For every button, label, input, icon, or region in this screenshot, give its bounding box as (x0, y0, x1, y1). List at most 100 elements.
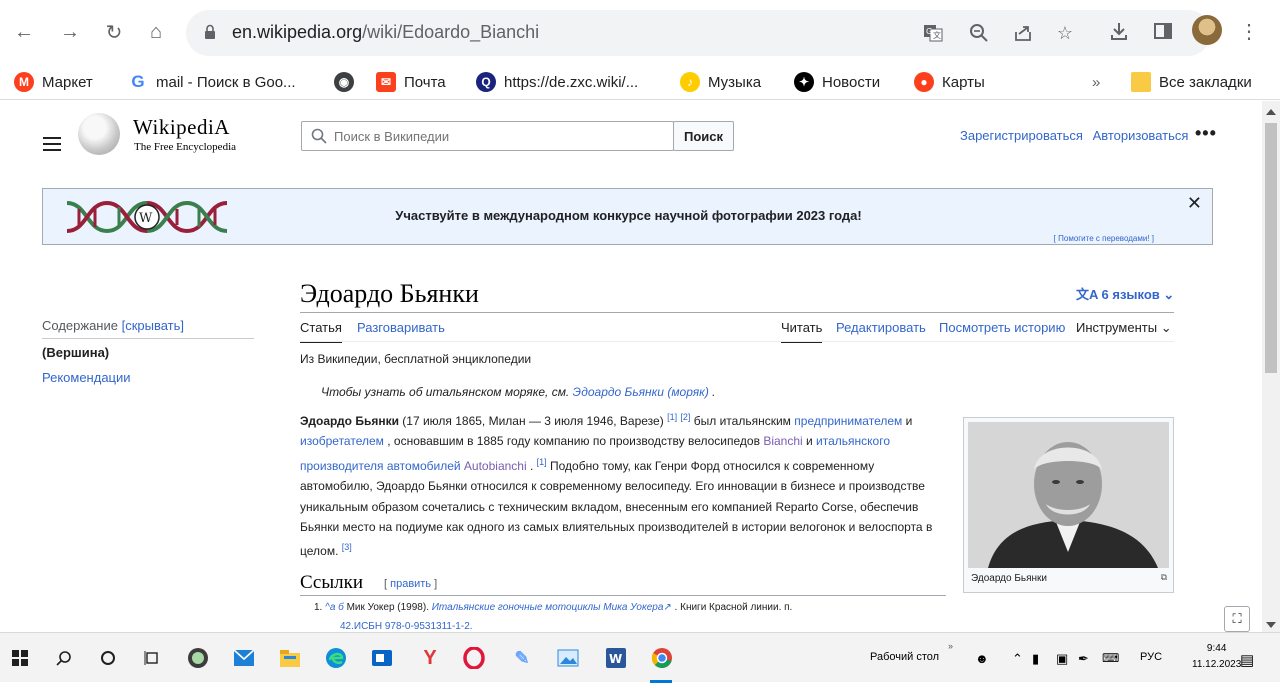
bookmark-market[interactable]: M Маркет (14, 71, 93, 93)
url-domain: en.wikipedia.org (232, 22, 363, 42)
more-options-icon[interactable]: ••• (1195, 123, 1217, 144)
tab-read[interactable]: Читать (781, 320, 823, 343)
fullscreen-toggle-icon[interactable]: ⛶ (1224, 606, 1250, 632)
zoom-icon[interactable] (968, 22, 990, 44)
languages-button[interactable]: 文A 6 языков ⌄ (1076, 284, 1174, 303)
back-icon[interactable]: ← (10, 18, 38, 46)
address-bar[interactable]: en.wikipedia.org/wiki/Edoardo_Bianchi G文… (186, 10, 1211, 56)
citation-1[interactable]: [1] (667, 412, 677, 422)
infobox-image: Эдоардо Бьянки ⧉ (963, 417, 1174, 593)
share-icon[interactable] (1012, 22, 1034, 44)
translate-language-icon: 文A (1076, 287, 1098, 302)
search-input[interactable] (334, 126, 664, 146)
word-icon[interactable]: W (604, 646, 628, 670)
tab-article[interactable]: Статья (300, 320, 342, 343)
opera-icon[interactable] (462, 646, 486, 670)
tab-edit[interactable]: Редактировать (836, 320, 926, 341)
network-icon[interactable]: ▣ (1056, 651, 1068, 667)
banner-help-link[interactable]: [ Помогите с переводами! ] (1054, 234, 1154, 243)
link-inventor[interactable]: изобретателем (300, 434, 384, 448)
pen-icon[interactable]: ✒ (1078, 651, 1089, 667)
translate-icon[interactable]: G文 (922, 22, 944, 44)
login-link[interactable]: Авторизоваться (1093, 128, 1189, 143)
input-language[interactable]: РУС (1140, 651, 1162, 663)
search-icon[interactable] (52, 646, 76, 670)
notifications-icon[interactable]: ▤ (1240, 651, 1254, 669)
search-icon (311, 128, 327, 144)
chrome-icon[interactable] (650, 646, 674, 670)
hatnote-link[interactable]: Эдоардо Бьянки (моряк) (573, 385, 709, 399)
bracket-open: [ (384, 578, 388, 590)
yandex-browser-icon[interactable]: Y (418, 646, 442, 670)
toc-item-top[interactable]: (Вершина) (42, 345, 109, 360)
tab-talk[interactable]: Разговаривать (357, 320, 445, 341)
search-button[interactable]: Поиск (673, 121, 734, 151)
all-bookmarks-folder[interactable]: Все закладки (1131, 71, 1252, 93)
bookmark-news[interactable]: ✦ Новости (794, 71, 880, 93)
wikipedia-wordmark[interactable]: WikipediA (133, 115, 230, 140)
citation-1b[interactable]: [1] (537, 457, 547, 467)
citation-3[interactable]: [3] (342, 542, 352, 552)
star-icon[interactable]: ☆ (1054, 22, 1076, 44)
backref-links[interactable]: ^а б (325, 602, 344, 613)
reference-title-link[interactable]: Итальянские гоночные мотоциклы Мика Уоке… (432, 602, 664, 613)
toc-hide-link[interactable]: [скрывать] (122, 318, 184, 333)
tab-history[interactable]: Посмотреть историю (939, 320, 1065, 341)
task-view-icon[interactable] (140, 646, 164, 670)
wikipedia-globe-logo[interactable] (78, 113, 120, 155)
portrait-photo[interactable] (968, 422, 1169, 568)
bookmark-maps[interactable]: ● Карты (914, 71, 985, 93)
edge-icon[interactable] (324, 646, 348, 670)
clock[interactable]: 9:44 11.12.2023 (1192, 641, 1241, 673)
scroll-thumb[interactable] (1265, 123, 1277, 373)
link-bianchi[interactable]: Bianchi (763, 434, 802, 448)
cortana-icon[interactable] (96, 646, 120, 670)
register-link[interactable]: Зарегистрироваться (960, 128, 1083, 143)
main-menu-icon[interactable] (43, 137, 61, 155)
toolbar-overflow-icon[interactable]: » (948, 641, 953, 651)
battery-icon[interactable]: ▮ (1032, 651, 1039, 667)
photos-app-icon[interactable] (556, 646, 580, 670)
bookmark-label: Новости (822, 73, 881, 91)
edit-section-link[interactable]: править (390, 578, 431, 590)
menu-kebab-icon[interactable]: ⋮ (1236, 18, 1262, 44)
banner-text[interactable]: Участвуйте в международном конкурсе науч… (43, 208, 1214, 223)
enlarge-icon[interactable]: ⧉ (1161, 572, 1167, 583)
bookmark-globe[interactable]: ◉ (334, 71, 362, 93)
chevron-down-icon: ⌄ (1163, 287, 1175, 302)
people-icon[interactable]: ☻ (975, 651, 989, 666)
windows-start-icon[interactable] (8, 646, 32, 670)
download-icon[interactable] (1106, 18, 1132, 44)
side-panel-icon[interactable] (1150, 18, 1176, 44)
file-explorer-icon[interactable] (278, 646, 302, 670)
forward-icon[interactable]: → (56, 18, 84, 46)
profile-avatar[interactable] (1192, 15, 1222, 45)
home-icon[interactable]: ⌂ (142, 18, 170, 46)
toc-item-references[interactable]: Рекомендации (42, 370, 131, 385)
bookmark-music[interactable]: ♪ Музыка (680, 71, 761, 93)
keyboard-icon[interactable]: ⌨ (1102, 651, 1119, 665)
obs-app-icon[interactable] (186, 646, 210, 670)
bookmark-mail[interactable]: ✉ Почта (376, 71, 446, 93)
paint-app-icon[interactable]: ✎ (510, 646, 534, 670)
tray-expand-icon[interactable]: ⌃ (1012, 651, 1023, 667)
citation-2[interactable]: [2] (680, 412, 690, 422)
reload-icon[interactable]: ↻ (100, 18, 128, 46)
bookmarks-overflow-button[interactable]: » (1092, 71, 1100, 93)
isbn-link[interactable]: 42.ИСБН 978-0-9531311-1-2. (340, 621, 473, 632)
outlook-icon[interactable] (370, 646, 394, 670)
desktop-toolbar-label[interactable]: Рабочий стол (870, 651, 939, 663)
close-icon[interactable]: ✕ (1187, 193, 1202, 214)
url-text[interactable]: en.wikipedia.org/wiki/Edoardo_Bianchi (232, 22, 539, 43)
link-autobianchi[interactable]: Autobianchi (464, 459, 527, 473)
references-divider (300, 595, 946, 596)
bookmark-google-mail[interactable]: G mail - Поиск в Goo... (128, 71, 296, 93)
page-scrollbar[interactable] (1262, 101, 1280, 632)
wiki-search-box[interactable] (301, 121, 674, 151)
link-entrepreneur[interactable]: предпринимателем (794, 414, 902, 428)
scroll-down-icon[interactable] (1266, 622, 1276, 628)
tab-tools[interactable]: Инструменты ⌄ (1076, 320, 1172, 342)
mail-app-icon[interactable] (232, 646, 256, 670)
bookmark-zxc-wiki[interactable]: Q https://de.zxc.wiki/... (476, 71, 638, 93)
scroll-up-icon[interactable] (1266, 109, 1276, 115)
